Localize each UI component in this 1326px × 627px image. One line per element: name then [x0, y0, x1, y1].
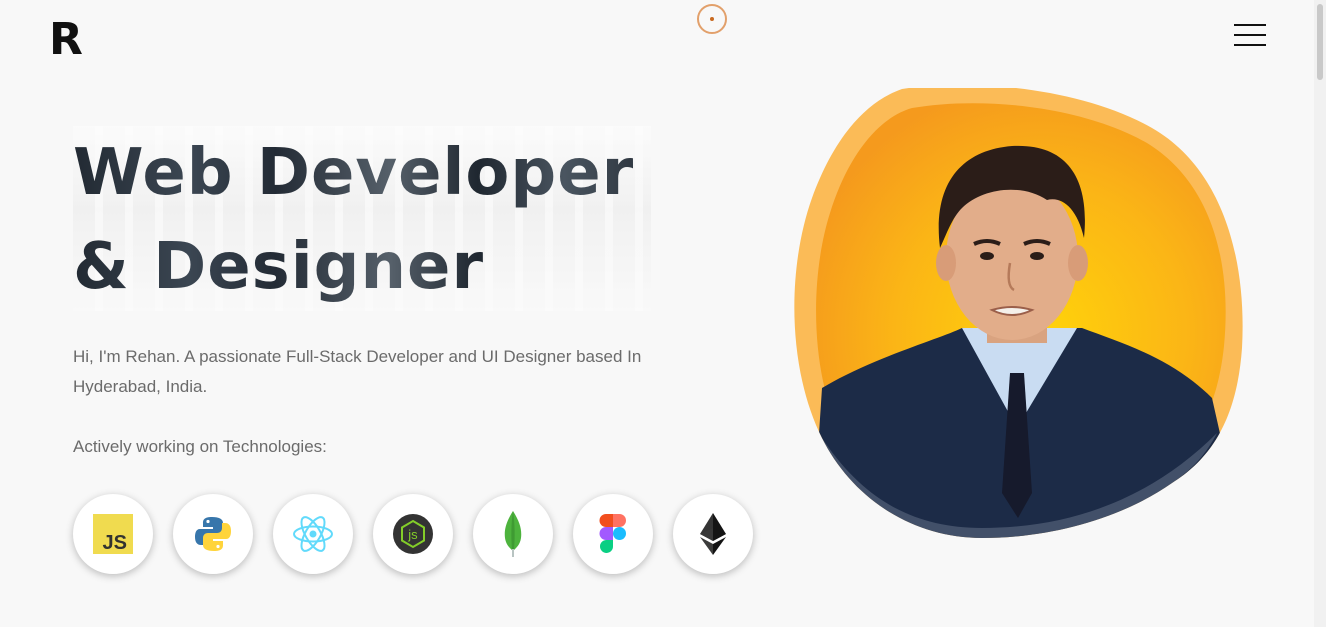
tech-ethereum[interactable]: [673, 494, 753, 574]
tech-figma[interactable]: [573, 494, 653, 574]
headline-line-2: & Designer: [73, 220, 651, 314]
figma-icon: [599, 514, 626, 553]
custom-cursor-dot: [710, 17, 714, 21]
hamburger-menu-button[interactable]: [1234, 24, 1266, 48]
javascript-icon: JS: [93, 514, 133, 554]
scrollbar-thumb[interactable]: [1317, 4, 1323, 80]
svg-text:js: js: [407, 527, 418, 542]
tech-javascript[interactable]: JS: [73, 494, 153, 574]
intro-text: Hi, I'm Rehan. A passionate Full-Stack D…: [73, 347, 642, 396]
hero-headline: Web Developer & Designer: [73, 126, 651, 311]
mongodb-icon: [504, 511, 522, 557]
python-icon: [195, 517, 231, 551]
headline-line-1: Web Developer: [73, 126, 651, 220]
tech-nodejs[interactable]: js: [373, 494, 453, 574]
page-scrollbar[interactable]: [1314, 0, 1326, 627]
svg-text:JS: JS: [103, 532, 127, 554]
tech-react[interactable]: [273, 494, 353, 574]
react-icon: [293, 516, 333, 552]
menu-bar-icon: [1234, 34, 1266, 36]
site-logo[interactable]: R: [49, 18, 83, 62]
technology-list: JS js: [73, 494, 753, 574]
page-title: Web Developer & Designer: [73, 126, 651, 314]
ethereum-icon: [700, 513, 726, 555]
technologies-heading: Actively working on Technologies:: [73, 437, 327, 456]
custom-cursor-ring: [697, 4, 727, 34]
tech-mongodb[interactable]: [473, 494, 553, 574]
profile-photo: [794, 88, 1243, 538]
tech-python[interactable]: [173, 494, 253, 574]
menu-bar-icon: [1234, 24, 1266, 26]
nodejs-icon: js: [393, 514, 433, 554]
menu-bar-icon: [1234, 44, 1266, 46]
